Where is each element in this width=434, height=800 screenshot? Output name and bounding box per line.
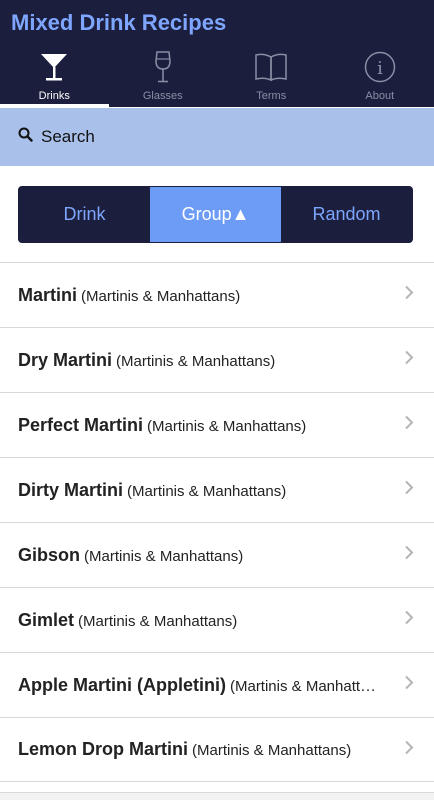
drink-row-text: Gimlet (Martinis & Manhattans) (18, 610, 237, 631)
martini-glass-icon (39, 50, 69, 84)
drink-group: (Martinis & Manhattans) (229, 677, 384, 695)
drink-name: Apple Martini (Appletini) (18, 674, 226, 695)
chevron-right-icon (404, 350, 414, 371)
list-item[interactable]: Dry Martini (Martinis & Manhattans) (0, 327, 434, 392)
drink-group: (Martinis & Manhattans) (147, 417, 307, 435)
drink-group: (Martinis & Manhattans) (192, 742, 352, 759)
sort-by-drink-button[interactable]: Drink (19, 187, 150, 242)
tab-drinks[interactable]: Drinks (0, 47, 109, 107)
sort-random-button[interactable]: Random (281, 187, 412, 242)
list-item[interactable]: Dirty Martini (Martinis & Manhattans) (0, 457, 434, 522)
drink-row-text: Dry Martini (Martinis & Manhattans) (18, 350, 275, 371)
chevron-right-icon (404, 480, 414, 501)
chevron-right-icon (404, 285, 414, 306)
tab-label: Glasses (142, 90, 183, 102)
drink-row-text: Apple Martini (Appletini) (Martinis & Man… (18, 675, 384, 696)
sort-by-group-button[interactable]: Group▲ (150, 187, 281, 242)
list-item[interactable]: Lemon Drop Martini (Martinis & Manhattans… (0, 717, 434, 782)
list-item[interactable]: Gimlet (Martinis & Manhattans) (0, 587, 434, 652)
list-item[interactable]: Gibson (Martinis & Manhattans) (0, 522, 434, 587)
chevron-right-icon (404, 739, 414, 760)
drink-name: Gimlet (18, 609, 75, 630)
drink-list: Martini (Martinis & Manhattans) Dry Martin… (0, 262, 434, 782)
tab-terms[interactable]: Terms (217, 47, 326, 107)
drink-name: Dirty Martini (18, 479, 124, 500)
bottom-edge (0, 792, 434, 800)
book-icon (254, 50, 288, 84)
svg-text:i: i (377, 58, 383, 79)
list-item[interactable]: Perfect Martini (Martinis & Manhattans) (0, 392, 434, 457)
tab-about[interactable]: i About (326, 47, 434, 107)
drink-row-text: Gibson (Martinis & Manhattans) (18, 545, 243, 566)
list-item[interactable]: Martini (Martinis & Manhattans) (0, 262, 434, 327)
drink-row-text: Lemon Drop Martini (Martinis & Manhattans… (18, 739, 351, 760)
drink-row-text: Martini (Martinis & Manhattans) (18, 285, 240, 306)
info-icon: i (364, 50, 396, 84)
tab-label: Drinks (38, 90, 70, 102)
drink-group: (Martinis & Manhattans) (78, 612, 238, 630)
list-item[interactable]: Apple Martini (Appletini) (Martinis & Man… (0, 652, 434, 717)
drink-name: Lemon Drop Martini (18, 739, 188, 759)
drink-name: Perfect Martini (18, 414, 144, 435)
chevron-right-icon (404, 610, 414, 631)
drink-name: Gibson (18, 544, 80, 565)
drink-name: Dry Martini (18, 349, 113, 370)
chevron-right-icon (404, 675, 414, 696)
drink-name: Martini (18, 284, 78, 305)
tab-glasses[interactable]: Glasses (109, 47, 218, 107)
tab-bar: Drinks Glasses Terms i About (0, 47, 434, 107)
drink-row-text: Perfect Martini (Martinis & Manhattans) (18, 415, 306, 436)
search-bar[interactable]: Search (0, 108, 434, 166)
tab-label: Terms (256, 90, 287, 102)
app-title: Mixed Drink Recipes (11, 10, 227, 35)
drink-group: (Martinis & Manhattans) (116, 352, 276, 370)
drink-group: (Martinis & Manhattans) (84, 547, 244, 565)
drink-group: (Martinis & Manhattans) (81, 287, 241, 305)
search-label: Search (41, 127, 95, 146)
chevron-right-icon (404, 545, 414, 566)
search-icon (18, 127, 33, 147)
drink-row-text: Dirty Martini (Martinis & Manhattans) (18, 480, 286, 501)
app-header: Mixed Drink Recipes Drinks Glasses Terms… (0, 0, 434, 107)
drink-group: (Martinis & Manhattans) (127, 482, 287, 500)
tab-label: About (365, 90, 395, 102)
chevron-right-icon (404, 415, 414, 436)
wine-glass-icon (151, 50, 175, 84)
sort-segmented-control: Drink Group▲ Random (18, 186, 413, 243)
